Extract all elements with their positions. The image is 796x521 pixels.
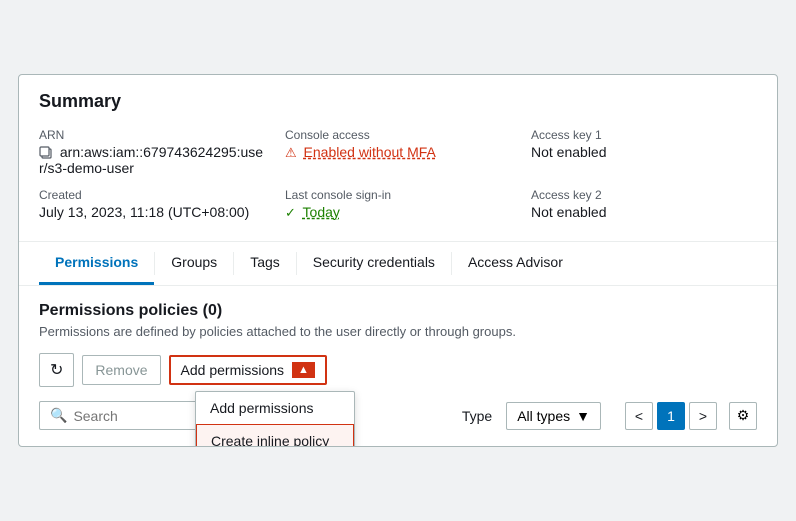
next-page-button[interactable]: >	[689, 402, 717, 430]
console-access-value: ⚠ Enabled without MFA	[285, 144, 511, 161]
tab-permissions[interactable]: Permissions	[39, 242, 154, 285]
search-row: 🔍 Type All types ▼ < 1 > ⚙	[39, 401, 757, 430]
type-dropdown-icon: ▼	[576, 408, 590, 424]
console-access-label: Console access	[285, 128, 511, 142]
refresh-icon: ↻	[50, 360, 63, 380]
permissions-title: Permissions policies (0)	[39, 302, 757, 320]
current-page: 1	[657, 402, 685, 430]
type-label: Type	[462, 408, 492, 424]
toolbar: ↻ Remove Add permissions ▲ Add permissio…	[39, 353, 757, 387]
summary-grid: ARN arn:aws:iam::679743624295:user/s3-de…	[39, 128, 757, 221]
access-key1-item: Access key 1 Not enabled	[531, 128, 757, 176]
access-key2-value: Not enabled	[531, 204, 757, 220]
prev-page-button[interactable]: <	[625, 402, 653, 430]
arn-label: ARN	[39, 128, 265, 142]
permissions-desc: Permissions are defined by policies atta…	[39, 324, 757, 339]
tab-access-advisor[interactable]: Access Advisor	[452, 242, 579, 285]
last-signin-label: Last console sign-in	[285, 188, 511, 202]
search-icon: 🔍	[50, 407, 67, 424]
tab-security-credentials[interactable]: Security credentials	[297, 242, 451, 285]
success-icon: ✓	[285, 205, 296, 221]
created-label: Created	[39, 188, 265, 202]
add-permissions-dropdown: Add permissions Create inline policy	[195, 391, 355, 447]
access-key2-label: Access key 2	[531, 188, 757, 202]
settings-button[interactable]: ⚙	[729, 402, 757, 430]
tab-groups[interactable]: Groups	[155, 242, 233, 285]
tab-tags[interactable]: Tags	[234, 242, 296, 285]
type-select[interactable]: All types ▼	[506, 402, 601, 430]
add-permissions-label: Add permissions	[181, 362, 285, 378]
add-permissions-arrow-icon: ▲	[292, 362, 315, 378]
refresh-button[interactable]: ↻	[39, 353, 74, 387]
pagination: < 1 >	[625, 402, 717, 430]
access-key1-value: Not enabled	[531, 144, 757, 160]
summary-section: Summary ARN arn:aws:iam::679743624295:us…	[19, 75, 777, 242]
dropdown-item-add-permissions[interactable]: Add permissions	[196, 392, 354, 424]
main-container: Summary ARN arn:aws:iam::679743624295:us…	[18, 74, 778, 447]
permissions-section: Permissions policies (0) Permissions are…	[19, 286, 777, 446]
add-permissions-button[interactable]: Add permissions ▲	[169, 355, 327, 385]
created-item: Created July 13, 2023, 11:18 (UTC+08:00)	[39, 188, 265, 221]
copy-icon[interactable]	[39, 144, 57, 160]
dropdown-item-create-inline-policy[interactable]: Create inline policy	[196, 424, 354, 447]
tabs-section: Permissions Groups Tags Security credent…	[19, 242, 777, 286]
warning-icon: ⚠	[285, 145, 297, 161]
created-value: July 13, 2023, 11:18 (UTC+08:00)	[39, 204, 265, 220]
last-signin-value: ✓ Today	[285, 204, 511, 221]
last-signin-item: Last console sign-in ✓ Today	[285, 188, 511, 221]
right-controls: Type All types ▼ < 1 > ⚙	[462, 402, 757, 430]
arn-item: ARN arn:aws:iam::679743624295:user/s3-de…	[39, 128, 265, 176]
console-access-item: Console access ⚠ Enabled without MFA	[285, 128, 511, 176]
remove-label: Remove	[95, 362, 147, 378]
type-option: All types	[517, 408, 570, 424]
remove-button[interactable]: Remove	[82, 355, 160, 385]
summary-title: Summary	[39, 91, 757, 112]
access-key2-item: Access key 2 Not enabled	[531, 188, 757, 221]
settings-icon: ⚙	[737, 407, 750, 424]
access-key1-label: Access key 1	[531, 128, 757, 142]
arn-value: arn:aws:iam::679743624295:user/s3-demo-u…	[39, 144, 265, 176]
